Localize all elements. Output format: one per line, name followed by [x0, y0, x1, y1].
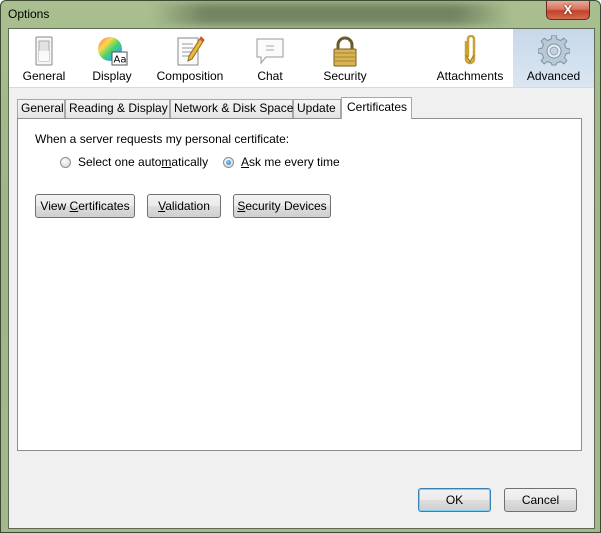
- speech-bubble-icon: [256, 38, 284, 65]
- options-window: Options X General Aa Display Composition…: [0, 0, 601, 533]
- certificate-request-label: When a server requests my personal certi…: [35, 132, 290, 146]
- pane-security[interactable]: Security: [311, 29, 379, 87]
- label-part: ertificates: [78, 199, 130, 213]
- radio-button-unchecked[interactable]: [60, 157, 71, 168]
- accesskey: A: [241, 155, 250, 169]
- certificates-panel: When a server requests my personal certi…: [17, 118, 582, 451]
- pane-label: Security: [323, 69, 367, 83]
- pane-label: Display: [92, 69, 132, 83]
- pane-attachments[interactable]: Attachments: [427, 29, 513, 87]
- close-button[interactable]: X: [546, 1, 590, 20]
- tab-reading-display[interactable]: Reading & Display: [65, 99, 170, 118]
- gear-icon: [537, 35, 570, 66]
- radio-label: Select one automatically: [78, 155, 208, 169]
- paperclip-icon: [464, 35, 476, 65]
- accesskey: C: [69, 199, 79, 213]
- view-certificates-button[interactable]: View Certificates: [35, 194, 135, 218]
- preferences-pane-toolbar: General Aa Display Composition Chat Secu…: [9, 29, 594, 88]
- color-wheel-font-icon: Aa: [98, 37, 128, 66]
- label-part: View: [40, 199, 70, 213]
- radio-label: Ask me every time: [241, 155, 340, 169]
- validation-button[interactable]: Validation: [147, 194, 221, 218]
- label-part: atically: [171, 155, 209, 169]
- label-part: Select one auto: [78, 155, 162, 169]
- pane-label: Advanced: [526, 69, 581, 83]
- pane-chat[interactable]: Chat: [235, 29, 305, 87]
- pane-advanced[interactable]: Advanced: [513, 29, 594, 87]
- title-bar[interactable]: Options X: [1, 1, 600, 27]
- accesskey: m: [161, 155, 172, 169]
- label-part: ecurity Devices: [245, 199, 327, 213]
- dialog-client-area: General Aa Display Composition Chat Secu…: [8, 28, 595, 529]
- pane-display[interactable]: Aa Display: [79, 29, 145, 87]
- cancel-button[interactable]: Cancel: [504, 488, 577, 512]
- window-title: Options: [8, 7, 50, 21]
- pane-general[interactable]: General: [9, 29, 79, 87]
- pane-composition[interactable]: Composition: [145, 29, 235, 87]
- pane-label: General: [22, 69, 66, 83]
- light-switch-icon: [35, 36, 53, 66]
- pane-label: Composition: [156, 69, 224, 83]
- padlock-icon: [333, 36, 357, 67]
- pane-label: Chat: [257, 69, 283, 83]
- tab-network-disk-space[interactable]: Network & Disk Space: [170, 99, 293, 118]
- svg-text:Aa: Aa: [114, 55, 127, 66]
- tab-certificates[interactable]: Certificates: [341, 97, 412, 119]
- label-part: alidation: [165, 199, 210, 213]
- tab-update[interactable]: Update: [293, 99, 341, 118]
- pane-label: Attachments: [436, 69, 504, 83]
- security-devices-button[interactable]: Security Devices: [233, 194, 331, 218]
- tab-general[interactable]: General: [17, 99, 65, 118]
- radio-button-checked[interactable]: [223, 157, 234, 168]
- document-pencil-icon: [177, 36, 205, 66]
- blurred-window-title: [151, 3, 511, 25]
- label-part: sk me every time: [249, 155, 340, 169]
- ok-button[interactable]: OK: [418, 488, 491, 512]
